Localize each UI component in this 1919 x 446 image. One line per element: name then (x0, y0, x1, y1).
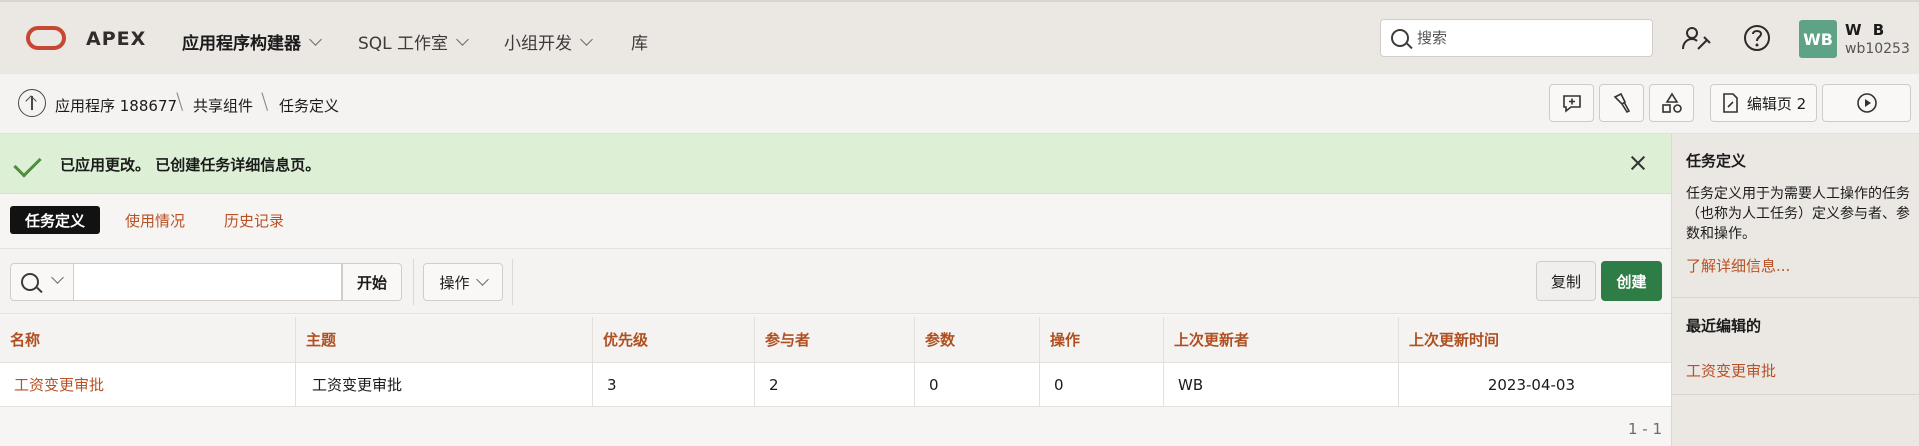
oracle-logo-icon[interactable] (26, 26, 66, 50)
nav-app-builder-label: 应用程序构建器 (182, 34, 301, 54)
column-header-actions[interactable]: 操作 (1039, 317, 1163, 362)
user-name[interactable]: W B (1845, 21, 1887, 39)
edit-page-button[interactable]: 编辑页 2 (1710, 84, 1817, 122)
table-header-row: 名称 主题 优先级 参与者 参数 操作 上次更新者 上次更新时间 (0, 317, 1671, 363)
nav-gallery-label: 库 (631, 34, 648, 54)
chevron-down-icon (456, 32, 469, 46)
shapes-icon (1661, 92, 1682, 113)
side-panel-description: 任务定义用于为需要人工操作的任务（也称为人工任务）定义参与者、参数和操作。 (1686, 186, 1910, 242)
column-header-subject[interactable]: 主题 (295, 317, 592, 362)
task-name-link[interactable]: 工资变更审批 (0, 363, 295, 406)
administration-icon[interactable] (1680, 22, 1712, 54)
tab-task-definitions[interactable]: 任务定义 (10, 206, 101, 234)
chevron-down-icon (475, 273, 489, 286)
edit-page-label: 编辑页 2 (1746, 94, 1807, 113)
up-arrow-icon[interactable] (18, 89, 46, 117)
alert-message: 已应用更改。 已创建任务详细信息页。 (60, 156, 321, 174)
breadcrumb-current: 任务定义 (279, 97, 340, 115)
comment-add-icon (1562, 95, 1581, 113)
brand-name[interactable]: APEX (86, 28, 146, 50)
column-header-name[interactable]: 名称 (0, 317, 295, 362)
learn-more-link[interactable]: 了解详细信息... (1686, 255, 1790, 276)
column-header-parameters[interactable]: 参数 (914, 317, 1039, 362)
flashlight-icon (1613, 92, 1630, 114)
column-header-updated[interactable]: 上次更新时间 (1398, 317, 1671, 362)
cell-parameters: 0 (914, 363, 1039, 406)
chevron-down-icon (309, 32, 322, 46)
search-input[interactable] (1415, 28, 1639, 48)
actions-menu-button[interactable]: 操作 (423, 263, 503, 301)
cell-updated: 2023-04-03 (1398, 363, 1671, 406)
breadcrumb-shared-components[interactable]: 共享组件 (193, 95, 253, 116)
add-comment-button[interactable] (1549, 84, 1594, 122)
help-side-panel: 任务定义 任务定义用于为需要人工操作的任务（也称为人工任务）定义参与者、参数和操… (1671, 134, 1919, 446)
search-icon (21, 273, 39, 291)
search-column-dropdown[interactable] (10, 263, 74, 301)
user-id[interactable]: wb10253 (1845, 41, 1910, 57)
pagination-text: 1 - 1 (1628, 420, 1663, 438)
column-header-participants[interactable]: 参与者 (754, 317, 914, 362)
nav-team-development-label: 小组开发 (504, 34, 572, 54)
report-search-input[interactable] (74, 263, 342, 301)
check-icon (13, 149, 42, 178)
play-icon (1856, 93, 1877, 113)
top-header: APEX 应用程序构建器 SQL 工作室 小组开发 库 WB W B wb102… (0, 0, 1919, 74)
page-edit-icon (1723, 93, 1738, 113)
shared-components-button[interactable] (1649, 84, 1694, 122)
nav-sql-workshop[interactable]: SQL 工作室 (358, 29, 469, 54)
success-alert: 已应用更改。 已创建任务详细信息页。 (0, 134, 1671, 194)
create-button[interactable]: 创建 (1601, 261, 1662, 301)
column-header-updated-by[interactable]: 上次更新者 (1163, 317, 1398, 362)
chevron-down-icon (51, 271, 64, 284)
avatar[interactable]: WB (1799, 20, 1837, 58)
tab-utilization[interactable]: 使用情况 (125, 206, 185, 234)
side-panel-title: 任务定义 (1686, 152, 1747, 170)
go-button[interactable]: 开始 (342, 263, 402, 301)
column-header-priority[interactable]: 优先级 (592, 317, 754, 362)
nav-team-development[interactable]: 小组开发 (504, 29, 593, 54)
nav-gallery[interactable]: 库 (631, 29, 648, 54)
report-toolbar: 开始 操作 复制 创建 (0, 248, 1671, 314)
run-button[interactable] (1822, 84, 1911, 122)
search-icon (1391, 29, 1409, 47)
actions-label: 操作 (439, 273, 470, 292)
utilities-button[interactable] (1599, 84, 1644, 122)
global-search[interactable] (1380, 19, 1653, 57)
table-row: 工资变更审批 工资变更审批 3 2 0 0 WB 2023-04-03 (0, 363, 1671, 407)
breadcrumb: 应用程序 188677 \ 共享组件 \ 任务定义 编辑页 2 (0, 74, 1919, 134)
cell-subject: 工资变更审批 (295, 363, 592, 406)
task-definitions-table: 名称 主题 优先级 参与者 参数 操作 上次更新者 上次更新时间 工资变更审批 … (0, 317, 1671, 407)
nav-app-builder[interactable]: 应用程序构建器 (182, 29, 322, 54)
copy-button[interactable]: 复制 (1536, 261, 1596, 301)
breadcrumb-application[interactable]: 应用程序 188677 (55, 95, 177, 116)
recent-item-link[interactable]: 工资变更审批 (1686, 360, 1776, 381)
nav-sql-workshop-label: SQL 工作室 (358, 34, 449, 54)
close-icon[interactable] (1627, 152, 1649, 174)
cell-priority: 3 (592, 363, 754, 406)
help-icon[interactable] (1741, 22, 1773, 54)
chevron-down-icon (580, 32, 593, 46)
cell-participants: 2 (754, 363, 914, 406)
cell-actions: 0 (1039, 363, 1163, 406)
tab-history[interactable]: 历史记录 (224, 206, 284, 234)
cell-updated-by: WB (1163, 363, 1398, 406)
recently-edited-title: 最近编辑的 (1686, 317, 1762, 335)
